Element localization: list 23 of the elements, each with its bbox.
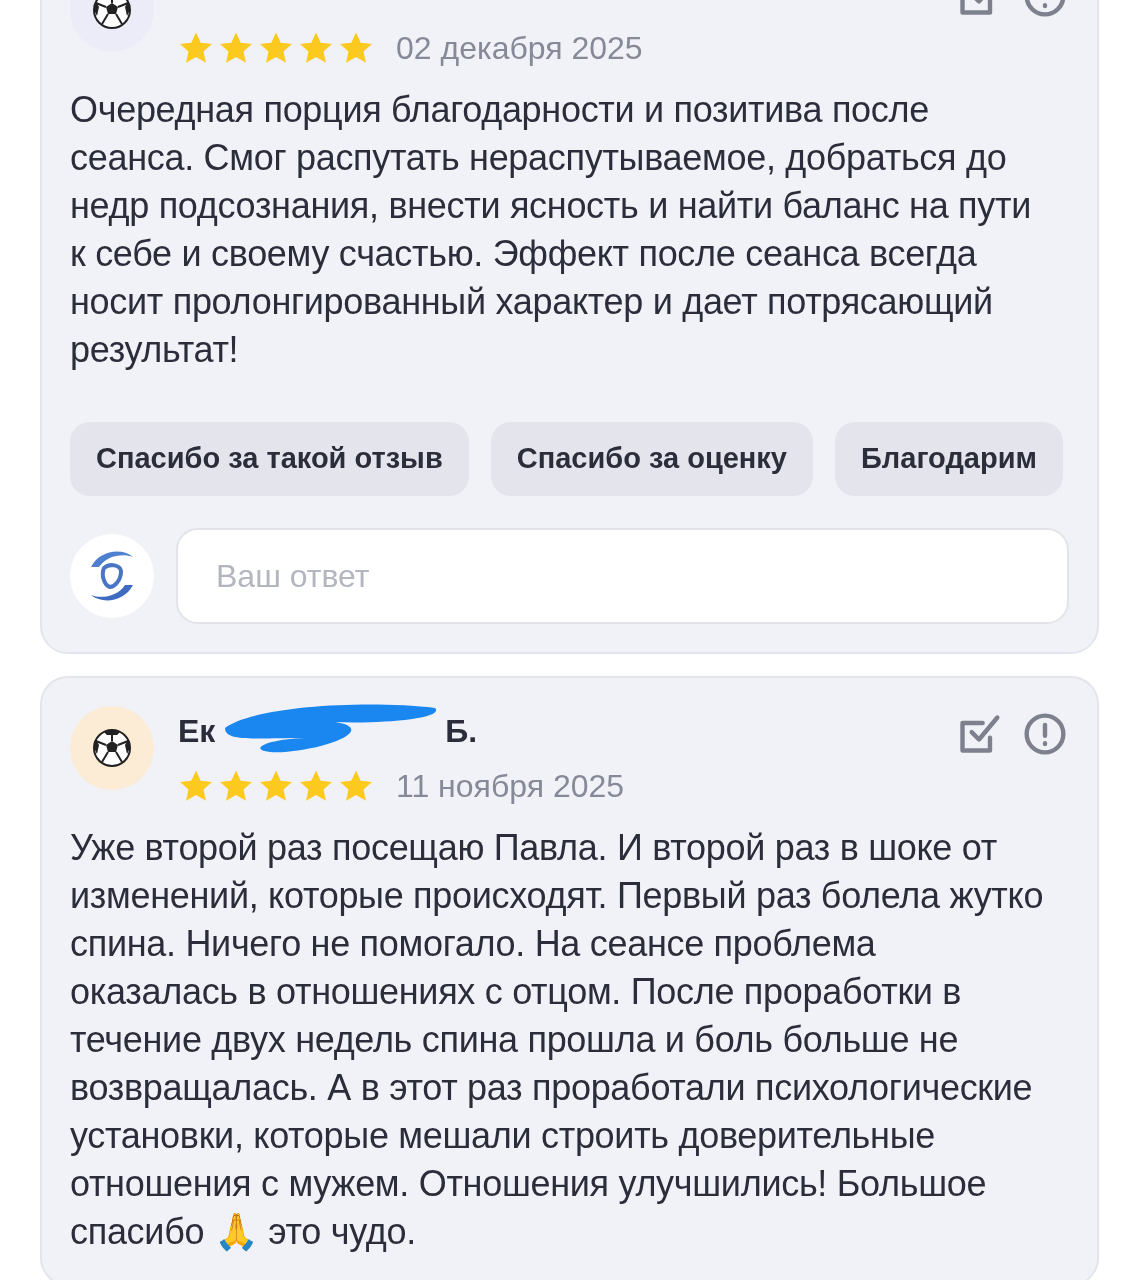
review-text: Уже второй раз посещаю Павла. И второй раз в шоке от изменений, которые происходят. Первый раз болела жутко спина. Ничего не помогало. На сеансе проблема оказалась в отношениях с отцом. После проработки в течение двух недель спина прошла и боль больше не возвращалась. А в этот раз проработали психологические установки, которые мешали строить доверительные отношения с мужем. Отношения улучшились! Большое спасибо 🙏 это чудо. (70, 826, 1045, 1254)
checkbox-check-icon[interactable] (957, 712, 1001, 756)
quick-reply-chip[interactable]: Спасибо за оценку (490, 422, 813, 496)
review-text: Очередная порция благодарности и позитива после сеанса. Смог распутать нераспутываемое, добраться до недр подсознания, внести ясность и найти баланс на пути к себе и своему счастью. Эффект после сеанса всегда носит пролонгированный характер и дает потрясающий результат! (70, 88, 1032, 372)
star-icon (178, 31, 214, 65)
reply-field[interactable]: Ваш ответ (176, 528, 1069, 624)
review-date: 02 декабря 2025 (396, 29, 643, 68)
quick-reply-chip[interactable]: Спасибо за такой отзыв (70, 422, 469, 496)
star-icon (298, 769, 334, 803)
star-icon (258, 769, 294, 803)
author-name: Б. (445, 712, 478, 751)
star-icon (338, 769, 374, 803)
alert-icon[interactable] (1023, 712, 1067, 756)
star-icon (258, 31, 294, 65)
review-date: 11 ноября 2025 (396, 767, 625, 806)
star-icon (338, 31, 374, 65)
star-icon (218, 769, 254, 803)
star-icon (178, 769, 214, 803)
star-icon (218, 31, 254, 65)
star-icon (298, 31, 334, 65)
quick-reply-chip[interactable]: Благодарим (835, 422, 1063, 496)
soccer-ball-icon (92, 728, 132, 768)
author-name: Ек (178, 712, 216, 751)
